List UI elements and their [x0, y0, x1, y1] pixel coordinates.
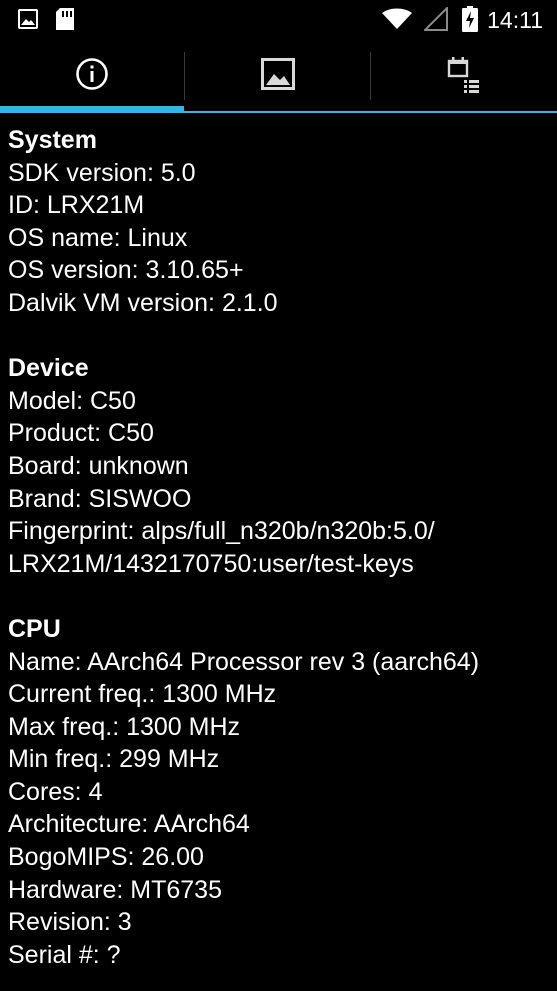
battery-charging-icon [462, 6, 478, 37]
info-line: Architecture: AArch64 [8, 810, 250, 839]
info-line: BogoMIPS: 26.00 [8, 843, 204, 872]
info-line: Model: C50 [8, 386, 136, 415]
info-line: Hardware: MT6735 [8, 875, 222, 904]
info-line: ID: LRX21M [8, 191, 145, 220]
tab-info[interactable] [0, 40, 184, 113]
cpu-section: CPU Name: AArch64 Processor rev 3 (aarch… [8, 613, 557, 972]
info-line: Fingerprint: alps/full_n320b/n320b:5.0/ [8, 517, 435, 546]
status-bar: 14:11 [0, 0, 557, 40]
info-line: Product: C50 [8, 419, 154, 448]
info-line: OS version: 3.10.65+ [8, 256, 244, 285]
info-line: LRX21M/1432170750:user/test-keys [8, 549, 414, 578]
section-title-cpu: CPU [8, 614, 61, 643]
tab-image[interactable] [185, 40, 370, 113]
info-line: Cores: 4 [8, 777, 103, 806]
sd-card-icon [54, 7, 76, 36]
section-title-device: Device [8, 354, 89, 383]
tab-bar [0, 40, 557, 113]
calendar-list-icon [447, 55, 481, 98]
info-line: Dalvik VM version: 2.1.0 [8, 288, 278, 317]
info-icon [75, 57, 109, 96]
device-section: Device Model: C50 Product: C50 Board: un… [8, 352, 557, 580]
status-time: 14:11 [487, 7, 543, 33]
info-line: Current freq.: 1300 MHz [8, 680, 277, 709]
info-line: Serial #: ? [8, 940, 121, 969]
info-line: Name: AArch64 Processor rev 3 (aarch64) [8, 647, 480, 676]
image-notification-icon [18, 9, 38, 34]
section-title-system: System [8, 126, 97, 154]
info-line: Revision: 3 [8, 908, 132, 937]
info-line: Board: unknown [8, 451, 189, 480]
tab-selected-indicator [0, 106, 184, 113]
device-info-content: System SDK version: 5.0 ID: LRX21M OS na… [8, 124, 557, 971]
info-line: SDK version: 5.0 [8, 158, 196, 187]
info-line: Max freq.: 1300 MHz [8, 712, 241, 741]
wifi-icon [382, 8, 412, 35]
info-line: Min freq.: 299 MHz [8, 745, 220, 774]
tab-calendar-list[interactable] [371, 40, 557, 113]
signal-icon [422, 5, 448, 36]
image-icon [260, 58, 295, 95]
info-line: Brand: SISWOO [8, 484, 192, 513]
system-section: System SDK version: 5.0 ID: LRX21M OS na… [8, 124, 557, 320]
info-line: OS name: Linux [8, 223, 188, 252]
